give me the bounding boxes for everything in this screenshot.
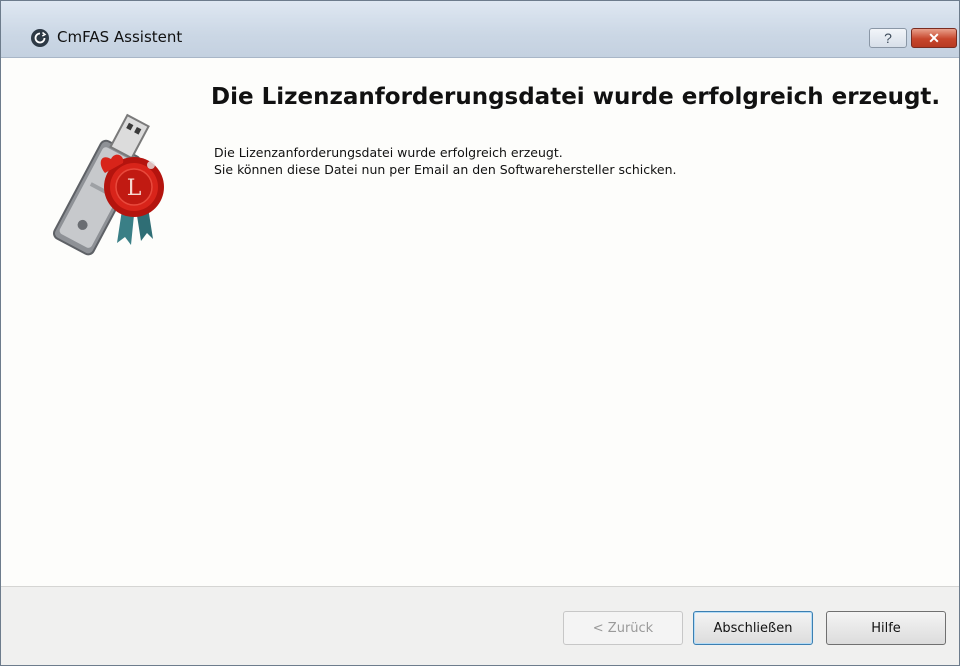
page-heading: Die Lizenzanforderungsdatei wurde erfolg… — [211, 84, 941, 110]
wizard-window: CmFAS Assistent ? ✕ L Die Lizenzanforder… — [0, 0, 960, 666]
message-line-2: Sie können diese Datei nun per Email an … — [214, 162, 677, 177]
wizard-content: L Die Lizenzanforderungsdatei wurde erfo… — [1, 58, 959, 586]
back-button[interactable]: < Zurück — [563, 611, 683, 645]
help-titlebar-button[interactable]: ? — [869, 28, 907, 48]
help-button[interactable]: Hilfe — [826, 611, 946, 645]
help-button-label: Hilfe — [871, 620, 901, 636]
cmfas-app-icon — [31, 29, 49, 47]
usb-dongle-license-icon: L — [53, 113, 164, 256]
close-icon: ✕ — [928, 29, 940, 46]
window-title: CmFAS Assistent — [57, 28, 183, 46]
seal-letter: L — [127, 176, 142, 201]
button-bar: < Zurück Abschließen Hilfe — [1, 586, 959, 665]
finish-button-label: Abschließen — [713, 620, 793, 636]
finish-button[interactable]: Abschließen — [693, 611, 813, 645]
refresh-icon — [34, 31, 47, 44]
message-line-1: Die Lizenzanforderungsdatei wurde erfolg… — [214, 145, 563, 160]
title-bar[interactable]: CmFAS Assistent ? ✕ — [1, 1, 959, 58]
close-window-button[interactable]: ✕ — [911, 28, 957, 48]
back-button-label: < Zurück — [592, 620, 654, 636]
question-icon: ? — [884, 30, 892, 46]
